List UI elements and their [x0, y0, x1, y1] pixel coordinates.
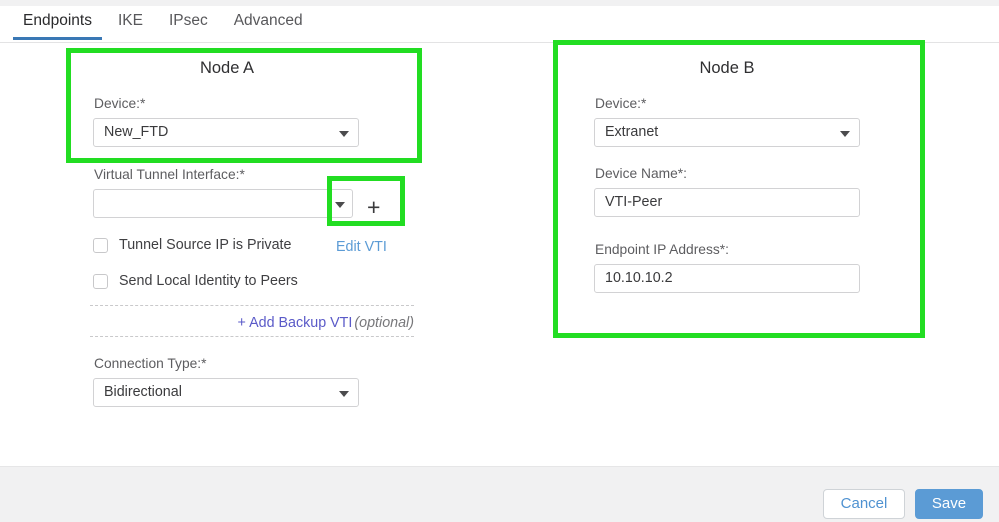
save-button[interactable]: Save	[915, 489, 983, 519]
node-a-device-label: Device:*	[94, 96, 146, 111]
tab-advanced-label: Advanced	[233, 12, 303, 29]
add-backup-vti-optional-label: (optional)	[354, 315, 414, 331]
tab-ike-label: IKE	[117, 12, 143, 29]
node-a-vti-dropdown-button[interactable]	[329, 189, 353, 218]
node-a-vti-label: Virtual Tunnel Interface:*	[94, 167, 245, 182]
node-a-device-select[interactable]: New_FTD	[93, 118, 359, 147]
tab-ike[interactable]: IKE	[105, 6, 156, 40]
dialog-footer: Cancel Save	[0, 466, 999, 522]
node-b-device-label: Device:*	[595, 96, 647, 111]
tab-ipsec[interactable]: IPsec	[156, 6, 221, 40]
node-b-endpoint-ip-input[interactable]: 10.10.10.2	[594, 264, 860, 293]
tab-ipsec-label: IPsec	[168, 12, 208, 29]
endpoints-form: Node A Device:* New_FTD Virtual Tunnel I…	[0, 44, 999, 466]
add-backup-vti-link[interactable]: + Add Backup VTI	[238, 315, 353, 331]
tab-advanced[interactable]: Advanced	[221, 6, 316, 40]
node-a-connection-type-label: Connection Type:*	[94, 356, 207, 371]
node-a-tunnel-source-private-label: Tunnel Source IP is Private	[119, 237, 292, 253]
node-b-endpoint-ip-label: Endpoint IP Address*:	[595, 242, 729, 257]
tab-endpoints[interactable]: Endpoints	[10, 6, 105, 40]
tab-bar: Endpoints IKE IPsec Advanced	[0, 6, 999, 43]
divider-top	[90, 305, 414, 306]
node-a-connection-type-select[interactable]: Bidirectional	[93, 378, 359, 407]
node-a-title: Node A	[199, 59, 255, 77]
node-a-tunnel-source-private-checkbox[interactable]	[93, 237, 108, 253]
chevron-down-icon	[840, 130, 850, 137]
node-a-send-local-identity-checkbox[interactable]	[93, 273, 108, 289]
node-b-device-name-label: Device Name*:	[595, 166, 688, 181]
cancel-button[interactable]: Cancel	[823, 489, 905, 519]
node-b-device-value: Extranet	[605, 124, 659, 140]
node-a-add-vti-button[interactable]: +	[367, 196, 380, 219]
node-b-endpoint-ip-value: 10.10.10.2	[605, 270, 673, 286]
node-a-send-local-identity-row[interactable]: Send Local Identity to Peers	[93, 273, 298, 289]
tab-endpoints-label: Endpoints	[23, 12, 92, 29]
node-a-tunnel-source-private-row[interactable]: Tunnel Source IP is Private	[93, 237, 291, 253]
divider-bottom	[90, 336, 414, 337]
tab-list: Endpoints IKE IPsec Advanced	[10, 6, 316, 40]
chevron-down-icon	[339, 390, 349, 397]
node-a-send-local-identity-label: Send Local Identity to Peers	[119, 273, 298, 289]
node-a-connection-type-value: Bidirectional	[104, 384, 182, 400]
edit-vti-link[interactable]: Edit VTI	[336, 239, 387, 255]
chevron-down-icon	[335, 201, 345, 208]
vpn-endpoints-dialog: Endpoints IKE IPsec Advanced Node A Devi…	[0, 0, 999, 522]
node-a-device-value: New_FTD	[104, 124, 169, 140]
node-b-device-name-input[interactable]: VTI-Peer	[594, 188, 860, 217]
node-b-title: Node B	[699, 59, 755, 77]
chevron-down-icon	[339, 130, 349, 137]
node-a-vti-input[interactable]	[93, 189, 329, 218]
node-b-device-name-value: VTI-Peer	[605, 194, 663, 210]
node-b-device-select[interactable]: Extranet	[594, 118, 860, 147]
add-backup-vti-row: + Add Backup VTI (optional)	[90, 315, 414, 331]
